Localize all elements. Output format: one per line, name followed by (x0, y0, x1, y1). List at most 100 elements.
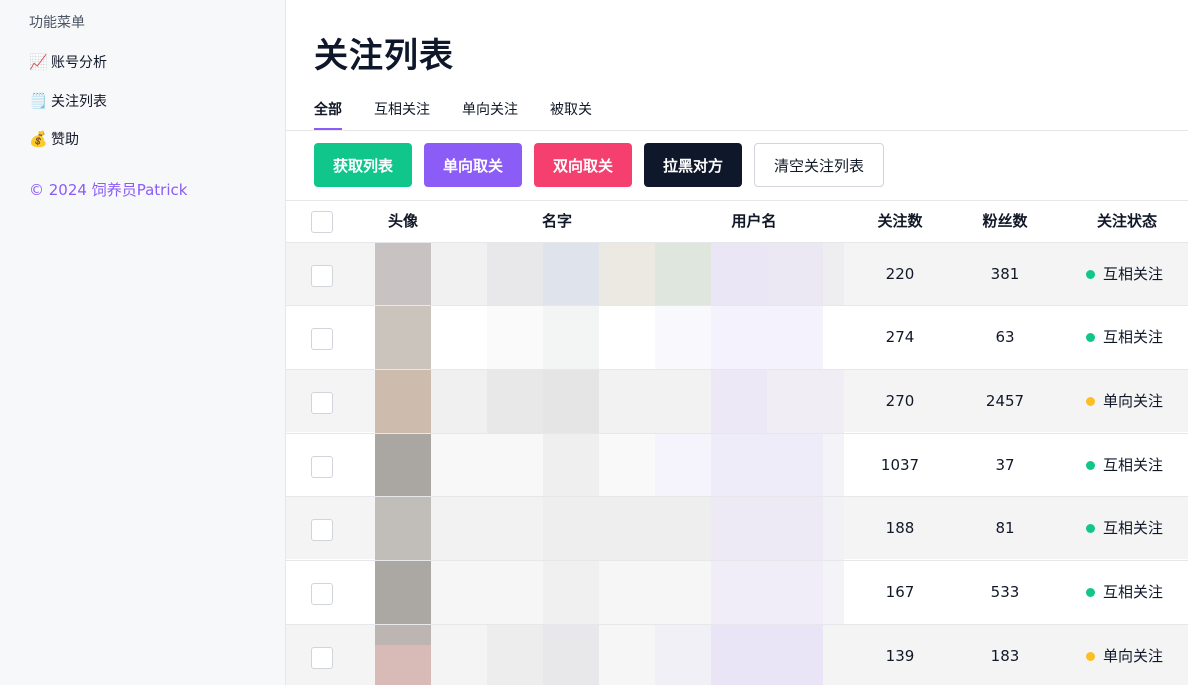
following-count: 139 (885, 647, 915, 665)
followers-count: 381 (990, 265, 1020, 283)
table-row[interactable]: 1037 37 互相关注 (286, 433, 1188, 497)
status-badge: 单向关注 (1086, 625, 1163, 685)
following-count: 1037 (880, 456, 920, 474)
tab-label: 全部 (314, 102, 342, 118)
redacted-block (487, 370, 543, 433)
redacted-block (431, 497, 543, 560)
status-dot (1086, 270, 1095, 279)
sidebar-item-label: 账号分析 (51, 55, 107, 71)
redacted-block (543, 625, 599, 685)
redacted-block (599, 561, 711, 624)
followers-count: 533 (990, 583, 1020, 601)
row-checkbox[interactable] (311, 392, 333, 414)
followers-count: 81 (995, 519, 1015, 537)
unfollow-twoway-button[interactable]: 双向取关 (534, 143, 632, 187)
status-badge: 互相关注 (1086, 306, 1163, 369)
status-dot (1086, 588, 1095, 597)
table-row[interactable]: 220 381 互相关注 (286, 242, 1188, 306)
redacted-block (711, 497, 823, 560)
avatar-lower (375, 645, 431, 685)
status-label: 互相关注 (1103, 265, 1164, 283)
avatar (375, 561, 431, 624)
avatar (375, 497, 431, 560)
redacted-block (711, 561, 823, 624)
following-count: 188 (885, 519, 915, 537)
row-checkbox[interactable] (311, 456, 333, 478)
block-user-button[interactable]: 拉黑对方 (644, 143, 742, 187)
redacted-block (655, 434, 711, 497)
avatar (375, 434, 431, 497)
avatar (375, 306, 431, 369)
tab-mutual[interactable]: 互相关注 (374, 100, 430, 131)
redacted-block (543, 306, 599, 369)
status-label: 互相关注 (1103, 328, 1164, 346)
avatar (375, 243, 431, 306)
redacted-block (543, 497, 711, 560)
row-checkbox[interactable] (311, 519, 333, 541)
followers-count: 37 (995, 456, 1015, 474)
redacted-block (599, 370, 711, 433)
sidebar: 功能菜单 📈 账号分析 🗒️ 关注列表 💰 赞助 © 2024 饲养员Patri… (0, 0, 286, 685)
table-row[interactable]: 274 63 互相关注 (286, 305, 1188, 369)
row-checkbox[interactable] (311, 583, 333, 605)
table-row[interactable]: 270 2457 单向关注 (286, 369, 1188, 433)
status-label: 单向关注 (1103, 647, 1164, 665)
redacted-block (431, 370, 487, 433)
page-title: 关注列表 (314, 36, 454, 76)
avatar (375, 625, 431, 645)
status-badge: 互相关注 (1086, 561, 1163, 624)
column-header-followers: 粉丝数 (982, 212, 1028, 230)
redacted-block (543, 243, 599, 306)
redacted-block (599, 434, 655, 497)
table-row[interactable]: 167 533 互相关注 (286, 560, 1188, 624)
status-badge: 单向关注 (1086, 370, 1163, 433)
redacted-block (823, 243, 844, 306)
redacted-block (655, 243, 711, 306)
status-dot (1086, 652, 1095, 661)
followers-count: 2457 (985, 392, 1025, 410)
column-header-username: 用户名 (731, 212, 777, 230)
chart-increasing-icon: 📈 (29, 53, 48, 71)
status-dot (1086, 461, 1095, 470)
sidebar-item-follow-list[interactable]: 🗒️ 关注列表 (29, 91, 107, 111)
row-checkbox[interactable] (311, 647, 333, 669)
column-header-status: 关注状态 (1096, 212, 1157, 230)
table-header: 头像 名字 用户名 关注数 粉丝数 关注状态 (286, 200, 1188, 242)
table-row[interactable]: 188 81 互相关注 (286, 496, 1188, 560)
redacted-block (767, 243, 823, 306)
notepad-icon: 🗒️ (29, 92, 48, 110)
row-checkbox[interactable] (311, 328, 333, 350)
status-badge: 互相关注 (1086, 497, 1163, 560)
fetch-list-button[interactable]: 获取列表 (314, 143, 412, 187)
redacted-block (767, 370, 844, 433)
main-content: 关注列表 全部 互相关注 单向关注 被取关 获取列表 单向取关 双向取关 拉黑对… (286, 0, 1188, 685)
redacted-block (543, 434, 599, 497)
sidebar-item-label: 赞助 (51, 132, 79, 148)
sidebar-item-sponsor[interactable]: 💰 赞助 (29, 129, 79, 149)
redacted-block (487, 306, 543, 369)
redacted-block (711, 434, 823, 497)
redacted-block (543, 561, 599, 624)
sidebar-item-label: 关注列表 (51, 94, 107, 110)
sidebar-item-account-analysis[interactable]: 📈 账号分析 (29, 52, 107, 72)
redacted-block (711, 370, 767, 433)
redacted-block (431, 434, 543, 497)
status-label: 单向关注 (1103, 392, 1164, 410)
column-header-avatar: 头像 (387, 212, 418, 230)
row-checkbox[interactable] (311, 265, 333, 287)
sidebar-heading: 功能菜单 (29, 15, 85, 31)
redacted-block (823, 497, 844, 560)
unfollow-oneway-button[interactable]: 单向取关 (424, 143, 522, 187)
table-row[interactable]: 139 183 单向关注 (286, 624, 1188, 685)
followers-count: 183 (990, 647, 1020, 665)
redacted-block (711, 306, 823, 369)
tab-oneway[interactable]: 单向关注 (462, 100, 518, 131)
status-dot (1086, 524, 1095, 533)
tab-all[interactable]: 全部 (314, 100, 342, 131)
clear-follow-list-button[interactable]: 清空关注列表 (754, 143, 884, 187)
tab-unfollowed[interactable]: 被取关 (550, 100, 592, 131)
select-all-checkbox[interactable] (311, 211, 333, 233)
following-count: 270 (885, 392, 915, 410)
status-label: 互相关注 (1103, 456, 1164, 474)
copyright-link[interactable]: © 2024 饲养员Patrick (29, 179, 187, 200)
